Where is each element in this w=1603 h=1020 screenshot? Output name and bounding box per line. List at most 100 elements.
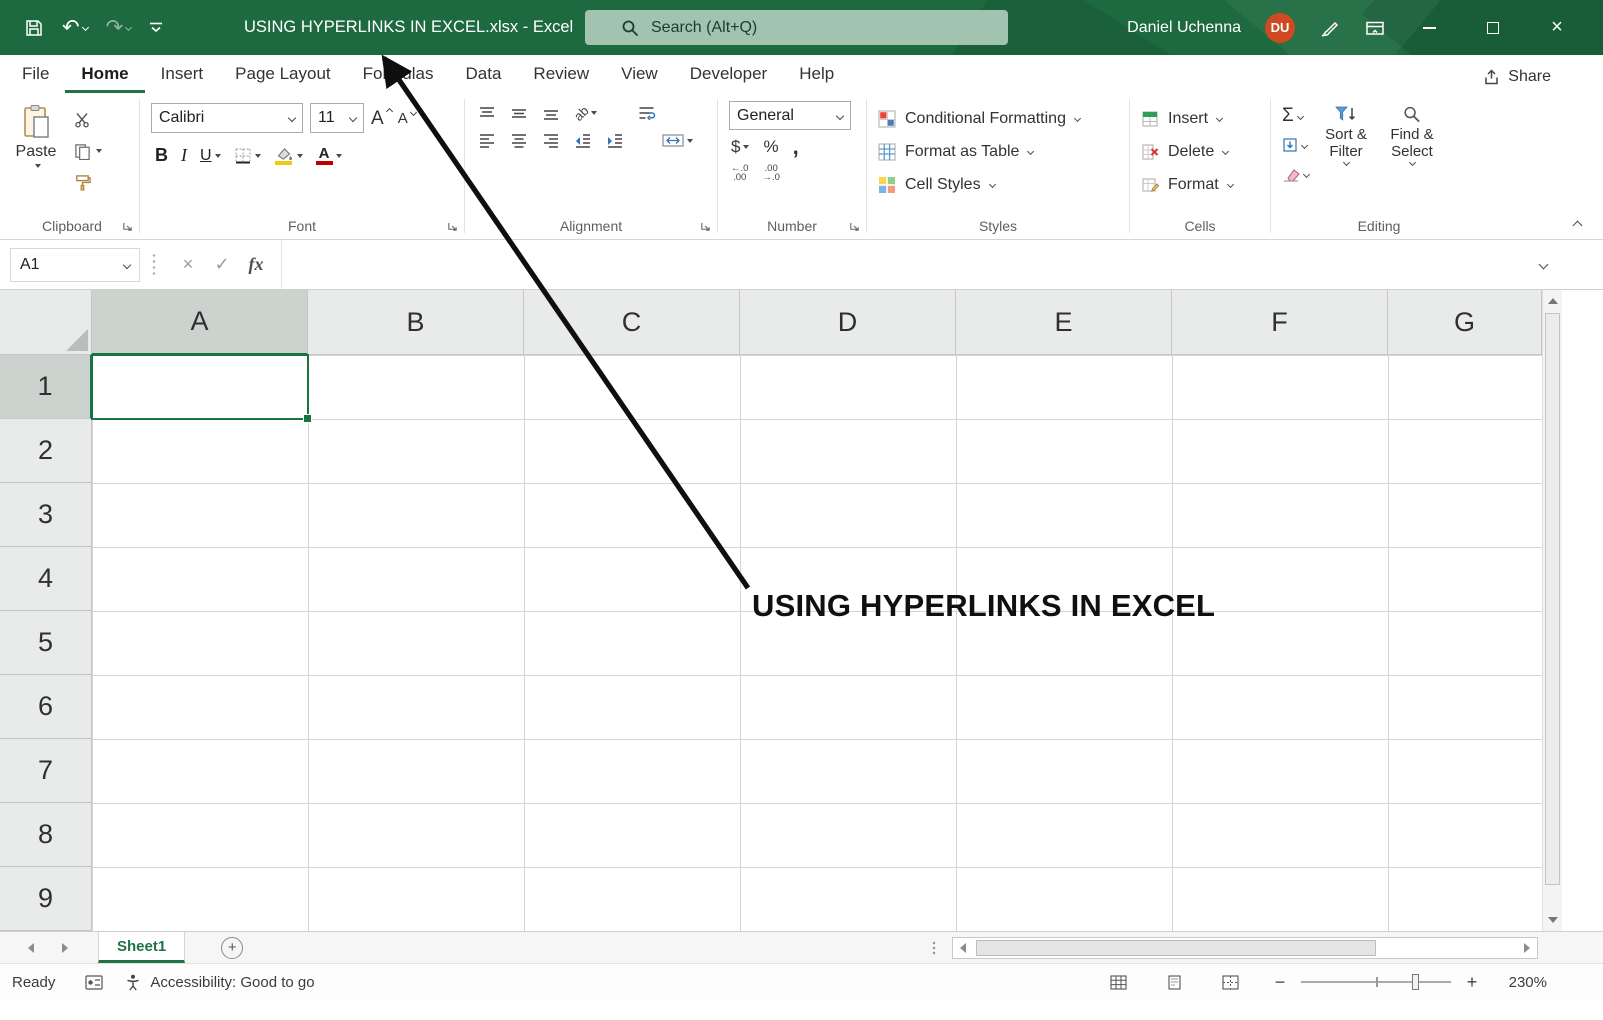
increase-font-size-button[interactable]: A [371,107,391,129]
undo-button[interactable]: ↶ [62,17,88,38]
align-right-button[interactable] [542,133,560,148]
tab-view[interactable]: View [605,64,674,93]
save-button[interactable] [24,18,44,38]
cancel-button[interactable]: × [171,248,205,282]
redo-button[interactable]: ↷ [106,17,132,38]
bold-button[interactable]: B [155,145,168,166]
formula-input[interactable] [281,240,1522,289]
row-header-9[interactable]: 9 [0,867,92,931]
minimize-button[interactable] [1409,0,1449,55]
vertical-scrollbar[interactable] [1542,290,1562,931]
decrease-indent-button[interactable] [574,133,592,148]
collapse-ribbon-button[interactable] [1574,222,1581,229]
row-header-8[interactable]: 8 [0,803,92,867]
decrease-font-size-button[interactable]: A [398,107,415,129]
column-header-f[interactable]: F [1172,290,1388,355]
zoom-slider-thumb[interactable] [1412,974,1419,990]
page-layout-view-button[interactable] [1161,975,1187,990]
column-header-a[interactable]: A [92,290,308,355]
align-middle-button[interactable] [510,106,528,121]
merge-center-button[interactable] [662,133,693,148]
number-format-combobox[interactable]: General [729,101,851,130]
share-button[interactable]: Share [1483,68,1551,86]
insert-cells-button[interactable]: Insert [1141,102,1263,135]
sheet-nav-left-icon[interactable] [28,943,34,953]
user-name[interactable]: Daniel Uchenna [1127,19,1241,37]
orientation-button[interactable]: ab [574,106,597,121]
normal-view-button[interactable] [1105,975,1131,990]
delete-cells-button[interactable]: Delete [1141,135,1263,168]
format-as-table-button[interactable]: Format as Table [878,135,1122,168]
align-bottom-button[interactable] [542,106,560,121]
column-header-b[interactable]: B [308,290,524,355]
underline-button[interactable]: U [200,147,221,165]
horizontal-scrollbar[interactable] [952,937,1538,959]
customize-qat-button[interactable] [149,21,163,34]
font-name-combobox[interactable]: Calibri [151,103,303,133]
accounting-format-button[interactable]: $ [731,137,749,157]
align-center-button[interactable] [510,133,528,148]
new-sheet-button[interactable]: + [221,937,243,959]
column-header-g[interactable]: G [1388,290,1542,355]
tab-help[interactable]: Help [783,64,850,93]
enter-button[interactable]: ✓ [205,248,239,282]
column-header-e[interactable]: E [956,290,1172,355]
cut-button[interactable] [74,109,90,131]
scroll-right-button[interactable] [1517,938,1537,958]
wrap-text-button[interactable] [637,105,656,121]
close-button[interactable]: × [1537,0,1577,55]
tab-insert[interactable]: Insert [145,64,220,93]
comma-style-button[interactable]: , [793,140,799,154]
formula-bar-drag-handle[interactable] [152,253,157,277]
scroll-up-button[interactable] [1543,290,1563,312]
paste-button[interactable]: Paste [6,99,66,212]
avatar[interactable]: DU [1265,13,1295,43]
row-header-3[interactable]: 3 [0,483,92,547]
row-header-7[interactable]: 7 [0,739,92,803]
horizontal-scroll-thumb[interactable] [976,940,1376,956]
tab-scrollbar-resize-handle[interactable] [932,941,938,955]
cells-canvas[interactable] [92,355,1542,931]
tab-file[interactable]: File [6,64,65,93]
cell-styles-button[interactable]: Cell Styles [878,168,1122,201]
increase-decimal-button[interactable]: ←.0 .00 [731,164,748,182]
column-header-c[interactable]: C [524,290,740,355]
macro-record-button[interactable] [85,975,103,990]
row-header-6[interactable]: 6 [0,675,92,739]
sort-filter-button[interactable]: Sort & Filter [1313,99,1379,212]
row-header-5[interactable]: 5 [0,611,92,675]
vertical-scroll-thumb[interactable] [1545,313,1560,885]
fill-handle[interactable] [303,414,312,423]
fill-color-button[interactable] [274,147,303,165]
alignment-dialog-launcher[interactable] [700,221,711,232]
tab-review[interactable]: Review [517,64,605,93]
tab-developer[interactable]: Developer [674,64,784,93]
increase-indent-button[interactable] [606,133,624,148]
scroll-down-button[interactable] [1543,909,1563,931]
zoom-in-button[interactable]: + [1463,972,1481,993]
row-header-2[interactable]: 2 [0,419,92,483]
format-painter-button[interactable] [74,171,91,193]
sheet-nav-right-icon[interactable] [62,943,68,953]
decrease-decimal-button[interactable]: .00 →.0 [762,164,779,182]
align-top-button[interactable] [478,106,496,121]
zoom-out-button[interactable]: − [1271,972,1289,993]
tab-data[interactable]: Data [450,64,518,93]
sheet-tab-sheet1[interactable]: Sheet1 [98,932,185,963]
row-header-4[interactable]: 4 [0,547,92,611]
italic-button[interactable]: I [181,145,187,166]
maximize-button[interactable] [1473,0,1513,55]
active-cell-a1[interactable] [91,354,309,420]
font-color-button[interactable]: A [316,147,342,165]
expand-formula-bar-icon[interactable] [1539,260,1549,270]
font-size-combobox[interactable]: 11 [310,103,364,133]
page-break-preview-button[interactable] [1217,975,1243,990]
zoom-level[interactable]: 230% [1501,974,1547,991]
align-left-button[interactable] [478,133,496,148]
format-cells-button[interactable]: Format [1141,168,1263,201]
autosum-button[interactable]: Σ [1282,105,1309,127]
copy-button[interactable] [74,140,102,162]
search-box[interactable]: Search (Alt+Q) [585,10,1008,45]
percent-style-button[interactable]: % [763,137,778,157]
borders-button[interactable] [234,147,261,165]
